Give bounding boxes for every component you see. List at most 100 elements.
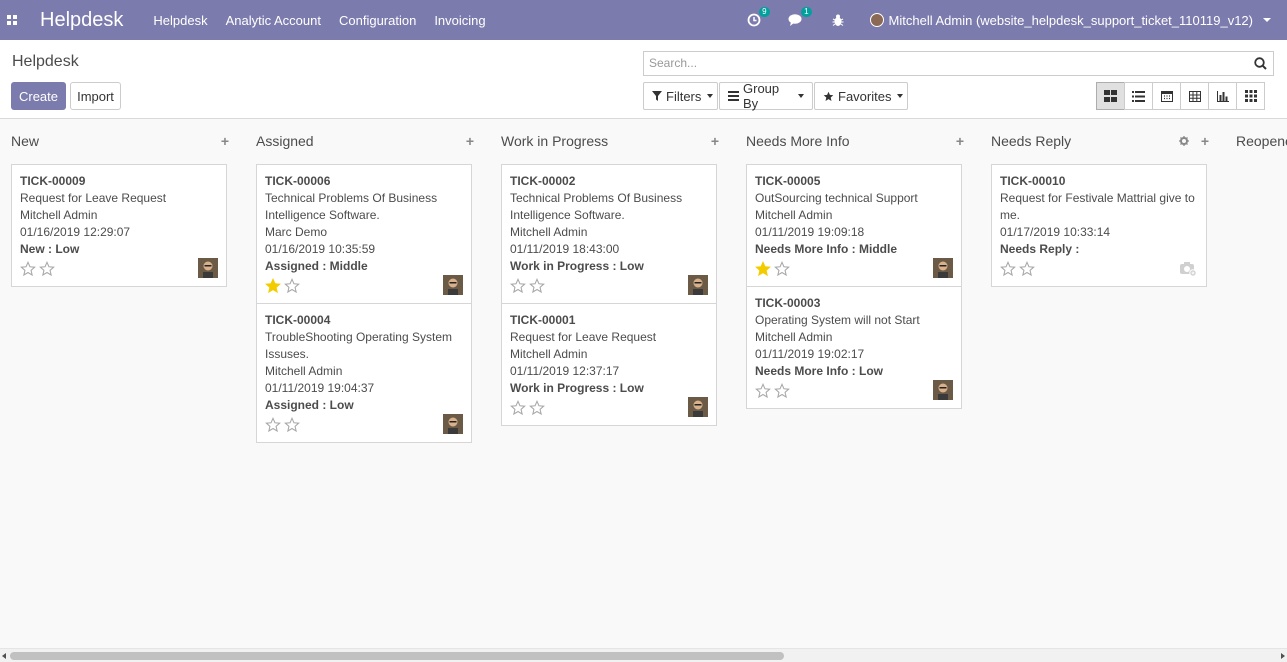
- star-empty-icon[interactable]: [755, 383, 771, 399]
- ticket-card[interactable]: TICK-00002 Technical Problems Of Busines…: [501, 164, 717, 304]
- star-filled-icon[interactable]: [265, 278, 281, 294]
- horizontal-scrollbar[interactable]: [0, 648, 1287, 662]
- ticket-assignee: Mitchell Admin: [510, 225, 588, 239]
- ticket-card[interactable]: TICK-00006 Technical Problems Of Busines…: [256, 164, 472, 304]
- star-filled-icon[interactable]: [755, 261, 771, 277]
- ticket-assignee: Mitchell Admin: [265, 364, 343, 378]
- filters-dropdown[interactable]: Filters: [643, 82, 718, 110]
- star-empty-icon[interactable]: [510, 278, 526, 294]
- app-brand[interactable]: Helpdesk: [40, 9, 123, 32]
- user-menu-name[interactable]: Mitchell Admin (website_helpdesk_support…: [889, 13, 1253, 28]
- list-view-icon: [1132, 90, 1145, 102]
- grid-view-button[interactable]: [1236, 82, 1265, 110]
- column-title[interactable]: Assigned: [256, 133, 314, 149]
- star-empty-icon[interactable]: [1019, 261, 1035, 277]
- priority-stars: [510, 275, 708, 297]
- ticket-ref: TICK-00003: [755, 296, 821, 310]
- ticket-assignee: Mitchell Admin: [755, 330, 833, 344]
- star-empty-icon[interactable]: [529, 400, 545, 416]
- debug-bug-icon[interactable]: [828, 10, 848, 30]
- graph-view-button[interactable]: [1208, 82, 1237, 110]
- column-title[interactable]: Needs Reply: [991, 133, 1071, 149]
- groupby-label: Group By: [743, 81, 780, 111]
- column-title[interactable]: Work in Progress: [501, 133, 608, 149]
- search-icon[interactable]: [1254, 57, 1267, 73]
- priority-stars: [265, 275, 463, 297]
- placeholder-camera-avatar-icon[interactable]: [1178, 258, 1198, 278]
- ticket-subject: Request for Leave Request: [510, 330, 657, 344]
- star-empty-icon[interactable]: [20, 261, 36, 277]
- menu-analytic-account[interactable]: Analytic Account: [226, 13, 321, 28]
- star-empty-icon[interactable]: [1000, 261, 1016, 277]
- bar-chart-icon: [1216, 90, 1229, 102]
- quick-create-plus-icon[interactable]: +: [1201, 133, 1209, 149]
- menu-helpdesk[interactable]: Helpdesk: [153, 13, 207, 28]
- column-title[interactable]: Needs More Info: [746, 133, 850, 149]
- import-button[interactable]: Import: [70, 82, 121, 110]
- ticket-date: 01/16/2019 12:29:07: [20, 225, 131, 239]
- star-empty-icon[interactable]: [284, 278, 300, 294]
- ticket-card[interactable]: TICK-00001 Request for Leave Request Mit…: [501, 303, 717, 426]
- column-title[interactable]: Reopened: [1236, 133, 1287, 149]
- star-empty-icon[interactable]: [774, 261, 790, 277]
- quick-create-plus-icon[interactable]: +: [956, 133, 964, 149]
- search-input[interactable]: [644, 52, 1244, 74]
- favorites-dropdown[interactable]: Favorites: [814, 82, 908, 110]
- assignee-avatar[interactable]: [198, 258, 218, 278]
- column-settings-gear-icon[interactable]: [1179, 135, 1189, 149]
- assignee-avatar[interactable]: [688, 397, 708, 417]
- create-button[interactable]: Create: [11, 82, 66, 110]
- star-empty-icon[interactable]: [265, 417, 281, 433]
- priority-stars: [510, 397, 708, 419]
- quick-create-plus-icon[interactable]: +: [711, 133, 719, 149]
- ticket-card[interactable]: TICK-00003 Operating System will not Sta…: [746, 286, 962, 409]
- assignee-avatar[interactable]: [933, 258, 953, 278]
- ticket-subject-cont: Intelligence Software.: [265, 208, 380, 222]
- column-header: New +: [11, 133, 231, 151]
- assignee-avatar[interactable]: [933, 380, 953, 400]
- quick-create-plus-icon[interactable]: +: [466, 133, 474, 149]
- calendar-view-button[interactable]: [1152, 82, 1181, 110]
- assignee-avatar[interactable]: [443, 275, 463, 295]
- column-title[interactable]: New: [11, 133, 39, 149]
- menu-configuration[interactable]: Configuration: [339, 13, 416, 28]
- list-view-button[interactable]: [1124, 82, 1153, 110]
- star-empty-icon[interactable]: [39, 261, 55, 277]
- ticket-assignee: Mitchell Admin: [510, 347, 588, 361]
- messages-count-badge: 1: [801, 7, 812, 17]
- assignee-avatar[interactable]: [688, 275, 708, 295]
- grid-view-icon: [1244, 90, 1257, 102]
- favorites-label: Favorites: [838, 88, 892, 104]
- ticket-stage-priority: Assigned : Middle: [265, 259, 368, 273]
- user-avatar[interactable]: [869, 13, 884, 27]
- ticket-card[interactable]: TICK-00005 OutSourcing technical Support…: [746, 164, 962, 287]
- groupby-dropdown[interactable]: Group By: [719, 81, 813, 111]
- kanban-board: New + TICK-00009 Request for Leave Reque…: [0, 120, 1287, 648]
- quick-create-plus-icon[interactable]: +: [221, 133, 229, 149]
- pivot-table-icon: [1188, 90, 1201, 102]
- ticket-card[interactable]: TICK-00010 Request for Festivale Mattria…: [991, 164, 1207, 287]
- kanban-view-icon: [1104, 90, 1117, 102]
- apps-menu-icon[interactable]: [0, 0, 24, 40]
- pivot-view-button[interactable]: [1180, 82, 1209, 110]
- star-empty-icon[interactable]: [284, 417, 300, 433]
- messages-chat-icon[interactable]: 1: [786, 7, 812, 30]
- scrollbar-thumb[interactable]: [10, 652, 784, 660]
- filters-caret-icon: [707, 94, 714, 98]
- scroll-right-arrow-icon[interactable]: [1281, 653, 1285, 659]
- priority-stars: [20, 258, 218, 280]
- ticket-card[interactable]: TICK-00009 Request for Leave Request Mit…: [11, 164, 227, 287]
- kanban-view-button[interactable]: [1096, 82, 1125, 110]
- ticket-card[interactable]: TICK-00004 TroubleShooting Operating Sys…: [256, 303, 472, 443]
- menu-invoicing[interactable]: Invoicing: [434, 13, 485, 28]
- star-empty-icon[interactable]: [510, 400, 526, 416]
- assignee-avatar[interactable]: [443, 414, 463, 434]
- star-empty-icon[interactable]: [529, 278, 545, 294]
- activity-clock-icon[interactable]: 9: [744, 7, 770, 30]
- ticket-ref: TICK-00005: [755, 174, 821, 188]
- star-empty-icon[interactable]: [774, 383, 790, 399]
- column-header: Work in Progress +: [501, 133, 721, 151]
- scroll-left-arrow-icon[interactable]: [2, 653, 6, 659]
- user-menu-caret-icon[interactable]: [1263, 18, 1271, 22]
- ticket-date: 01/16/2019 10:35:59: [265, 242, 376, 256]
